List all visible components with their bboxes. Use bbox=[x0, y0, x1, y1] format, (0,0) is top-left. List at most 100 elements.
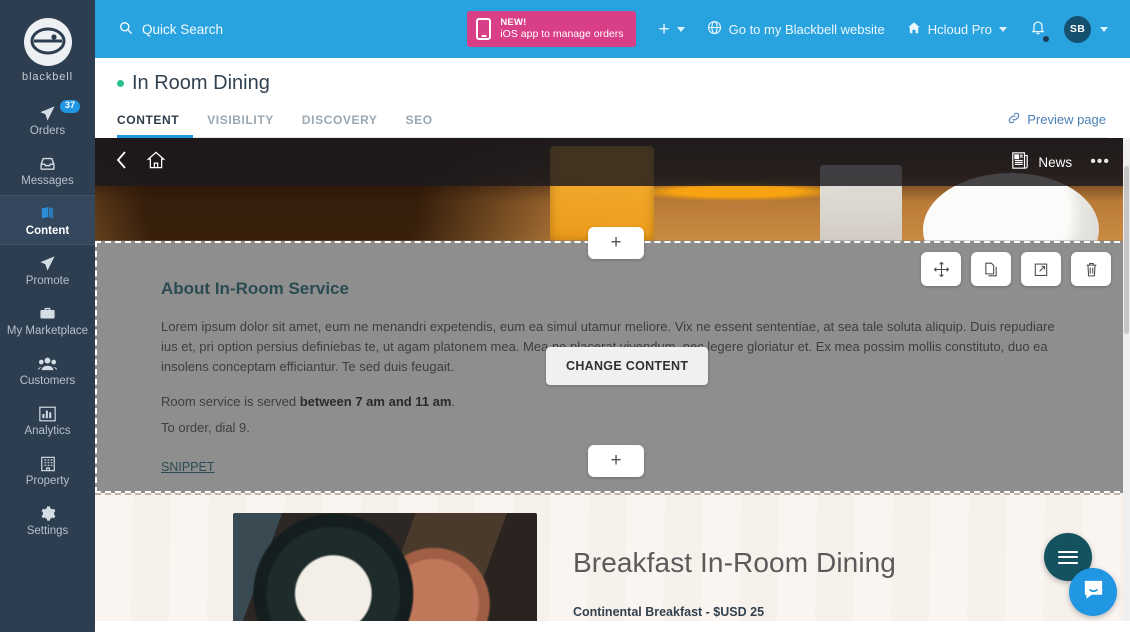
gear-icon bbox=[39, 505, 56, 523]
service-hours-bold: between 7 am and 11 am bbox=[299, 394, 452, 410]
inbox-icon bbox=[39, 155, 56, 173]
sidebar-label: Settings bbox=[26, 524, 69, 537]
main-pane: Quick Search NEW! iOS app to manage orde… bbox=[95, 0, 1130, 632]
sidebar-label: Promote bbox=[25, 274, 70, 287]
news-menu-item[interactable]: News bbox=[1011, 151, 1072, 173]
intercom-chat-fab[interactable] bbox=[1069, 568, 1117, 616]
preview-scrollbar[interactable] bbox=[1123, 138, 1130, 621]
tab-visibility[interactable]: VISIBILITY bbox=[193, 102, 288, 137]
page-title-row: In Room Dining bbox=[117, 58, 1108, 102]
page-tabs: CONTENT VISIBILITY DISCOVERY SEO Preview… bbox=[117, 102, 1108, 138]
chevron-left-icon[interactable] bbox=[115, 150, 128, 175]
go-to-website-link[interactable]: Go to my Blackbell website bbox=[696, 0, 896, 58]
briefcase-icon bbox=[39, 305, 56, 323]
add-new-button[interactable]: + bbox=[648, 0, 696, 58]
search-input[interactable]: Quick Search bbox=[119, 21, 223, 38]
add-block-below-button[interactable]: + bbox=[588, 445, 644, 477]
service-hours-suffix: . bbox=[451, 394, 456, 410]
page-preview-viewport: News ••• + About In-Room Service Lorem i… bbox=[95, 138, 1130, 621]
globe-icon bbox=[707, 20, 722, 38]
property-selector[interactable]: Hcloud Pro bbox=[896, 0, 1018, 58]
building-icon bbox=[40, 455, 56, 473]
sidebar-item-property[interactable]: Property bbox=[0, 445, 95, 495]
scrollbar-thumb[interactable] bbox=[1124, 166, 1129, 334]
sidebar-label: Property bbox=[25, 474, 70, 487]
move-block-button[interactable] bbox=[921, 252, 961, 286]
delete-block-button[interactable] bbox=[1071, 252, 1111, 286]
sidebar-label: My Marketplace bbox=[6, 324, 89, 337]
rocket-icon bbox=[39, 255, 56, 273]
service-hours-line: Room service is served between 7 am and … bbox=[161, 392, 1066, 412]
export-block-button[interactable] bbox=[1021, 252, 1061, 286]
tab-discovery[interactable]: DISCOVERY bbox=[288, 102, 392, 137]
topbar: Quick Search NEW! iOS app to manage orde… bbox=[95, 0, 1130, 58]
plus-icon: + bbox=[658, 18, 670, 40]
intercom-chat-icon bbox=[1081, 577, 1106, 607]
sidebar-label: Analytics bbox=[24, 424, 71, 437]
sidebar-label: Customers bbox=[19, 374, 76, 387]
preview-nav-bar: News ••• bbox=[95, 138, 1130, 186]
preview-page-link[interactable]: Preview page bbox=[1007, 102, 1108, 137]
ios-app-promo-banner[interactable]: NEW! iOS app to manage orders bbox=[467, 11, 636, 47]
search-placeholder-text: Quick Search bbox=[142, 21, 224, 37]
sidebar-item-analytics[interactable]: Analytics bbox=[0, 395, 95, 445]
link-icon bbox=[1007, 111, 1021, 128]
paper-plane-icon bbox=[39, 105, 56, 123]
service-hours-prefix: Room service is served bbox=[161, 394, 300, 410]
block-toolbar bbox=[921, 252, 1111, 286]
sidebar-label: Orders bbox=[29, 124, 66, 137]
home-outline-icon[interactable] bbox=[146, 150, 166, 175]
brand-logo[interactable]: blackbell bbox=[0, 0, 95, 95]
promo-badge-label: NEW! bbox=[500, 17, 527, 28]
sidebar-item-customers[interactable]: Customers bbox=[0, 345, 95, 395]
sidebar-label: Messages bbox=[21, 174, 74, 187]
sidebar-item-my-marketplace[interactable]: My Marketplace bbox=[0, 295, 95, 345]
avatar: SB bbox=[1064, 15, 1091, 43]
duplicate-block-button[interactable] bbox=[971, 252, 1011, 286]
add-block-above-button[interactable]: + bbox=[588, 227, 644, 259]
lower-content-block[interactable]: Breakfast In-Room Dining Continental Bre… bbox=[95, 493, 1130, 621]
mobile-phone-icon bbox=[476, 17, 492, 40]
people-icon bbox=[38, 355, 57, 373]
chevron-down-icon bbox=[999, 26, 1007, 32]
sidebar-nav: Orders 37 Messages Content Promote My Ma… bbox=[0, 95, 95, 545]
tab-content[interactable]: CONTENT bbox=[117, 102, 194, 138]
bar-chart-icon bbox=[39, 405, 56, 423]
dial-line: To order, dial 9. bbox=[161, 420, 250, 435]
notification-dot bbox=[1043, 35, 1049, 42]
user-menu[interactable]: SB bbox=[1058, 15, 1116, 43]
tab-seo[interactable]: SEO bbox=[392, 102, 447, 137]
sidebar-label: Content bbox=[25, 224, 70, 237]
change-content-button[interactable]: CHANGE CONTENT bbox=[546, 347, 709, 385]
sidebar-item-promote[interactable]: Promote bbox=[0, 245, 95, 295]
newspaper-icon bbox=[1011, 151, 1029, 173]
property-name-label: Hcloud Pro bbox=[927, 21, 992, 37]
brand-name: blackbell bbox=[22, 71, 73, 83]
status-badge bbox=[117, 79, 124, 87]
chevron-down-icon bbox=[1100, 26, 1108, 32]
sidebar-item-messages[interactable]: Messages bbox=[0, 145, 95, 195]
sidebar-item-settings[interactable]: Settings bbox=[0, 495, 95, 545]
preview-page-label: Preview page bbox=[1027, 112, 1106, 127]
app-root: blackbell Orders 37 Messages Content Pro… bbox=[0, 0, 1130, 632]
home-icon bbox=[907, 21, 921, 38]
blackbell-logo-icon bbox=[23, 18, 72, 66]
page-header: In Room Dining CONTENT VISIBILITY DISCOV… bbox=[95, 58, 1130, 138]
notifications-button[interactable] bbox=[1018, 19, 1058, 42]
hamburger-menu-icon bbox=[1058, 547, 1078, 567]
snippet-link[interactable]: SNIPPET bbox=[161, 460, 215, 474]
news-label: News bbox=[1038, 154, 1073, 170]
ellipsis-icon[interactable]: ••• bbox=[1090, 153, 1110, 170]
lower-block-item: Continental Breakfast - $USD 25 bbox=[573, 605, 765, 619]
book-icon bbox=[39, 205, 56, 223]
search-icon bbox=[119, 21, 133, 38]
chevron-down-icon bbox=[676, 26, 685, 32]
promo-text: iOS app to manage orders bbox=[500, 28, 624, 41]
sidebar-item-orders[interactable]: Orders 37 bbox=[0, 95, 95, 145]
coffee-pot-photo bbox=[233, 513, 537, 621]
website-link-label: Go to my Blackbell website bbox=[728, 21, 885, 37]
page-title: In Room Dining bbox=[132, 71, 270, 94]
selected-content-block[interactable]: + About In-Room Service Lorem ipsum dolo… bbox=[95, 227, 1130, 494]
sidebar-item-content[interactable]: Content bbox=[0, 195, 95, 245]
orders-badge: 37 bbox=[59, 100, 80, 113]
